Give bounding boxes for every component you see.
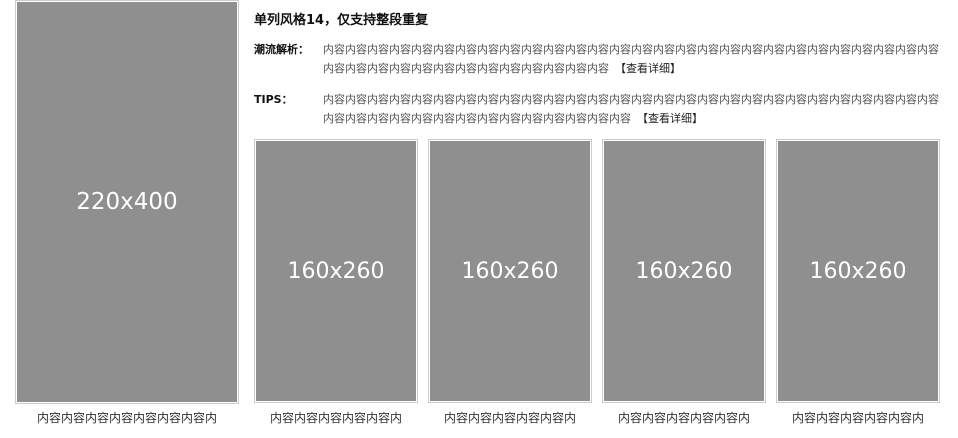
large-product-caption[interactable]: 内容内容内容内容内容内容内容内 (15, 409, 239, 426)
small-product-image-link[interactable]: 160x260 (776, 139, 940, 403)
tips-label: TIPS： (254, 93, 293, 106)
trend-analysis-row: 潮流解析： 内容内容内容内容内容内容内容内容内容内容内容内容内容内容内容内容内容… (254, 40, 944, 80)
trend-analysis-label: 潮流解析： (254, 43, 309, 56)
small-product-caption[interactable]: 内容内容内容内容内容内 (428, 409, 592, 426)
large-product-image-link[interactable]: 220x400 (15, 0, 239, 404)
trend-analysis-more-link[interactable]: 【查看详细】 (615, 62, 681, 75)
tips-text-block: 内容内容内容内容内容内容内容内容内容内容内容内容内容内容内容内容内容内容内容内容… (323, 90, 941, 128)
small-product-image-link[interactable]: 160x260 (602, 139, 766, 403)
small-image-placeholder: 160x260 (256, 141, 416, 401)
small-image-size-label: 160x260 (635, 258, 733, 284)
large-image-size-label: 220x400 (76, 189, 178, 215)
large-image-placeholder: 220x400 (17, 2, 237, 402)
trend-analysis-text-block: 内容内容内容内容内容内容内容内容内容内容内容内容内容内容内容内容内容内容内容内容… (323, 40, 941, 78)
small-image-size-label: 160x260 (809, 258, 907, 284)
small-product-caption[interactable]: 内容内容内容内容内容内 (254, 409, 418, 426)
small-image-size-label: 160x260 (461, 258, 559, 284)
small-image-size-label: 160x260 (287, 258, 385, 284)
tips-row: TIPS： 内容内容内容内容内容内容内容内容内容内容内容内容内容内容内容内容内容… (254, 90, 944, 130)
small-product-caption[interactable]: 内容内容内容内容内容内 (776, 409, 940, 426)
small-product-image-link[interactable]: 160x260 (428, 139, 592, 403)
section-title: 单列风格14，仅支持整段重复 (254, 13, 429, 28)
tips-more-link[interactable]: 【查看详细】 (637, 112, 703, 125)
small-product-caption[interactable]: 内容内容内容内容内容内 (602, 409, 766, 426)
small-image-placeholder: 160x260 (604, 141, 764, 401)
tips-text: 内容内容内容内容内容内容内容内容内容内容内容内容内容内容内容内容内容内容内容内容… (323, 93, 939, 125)
small-product-image-link[interactable]: 160x260 (254, 139, 418, 403)
small-image-placeholder: 160x260 (778, 141, 938, 401)
small-image-placeholder: 160x260 (430, 141, 590, 401)
